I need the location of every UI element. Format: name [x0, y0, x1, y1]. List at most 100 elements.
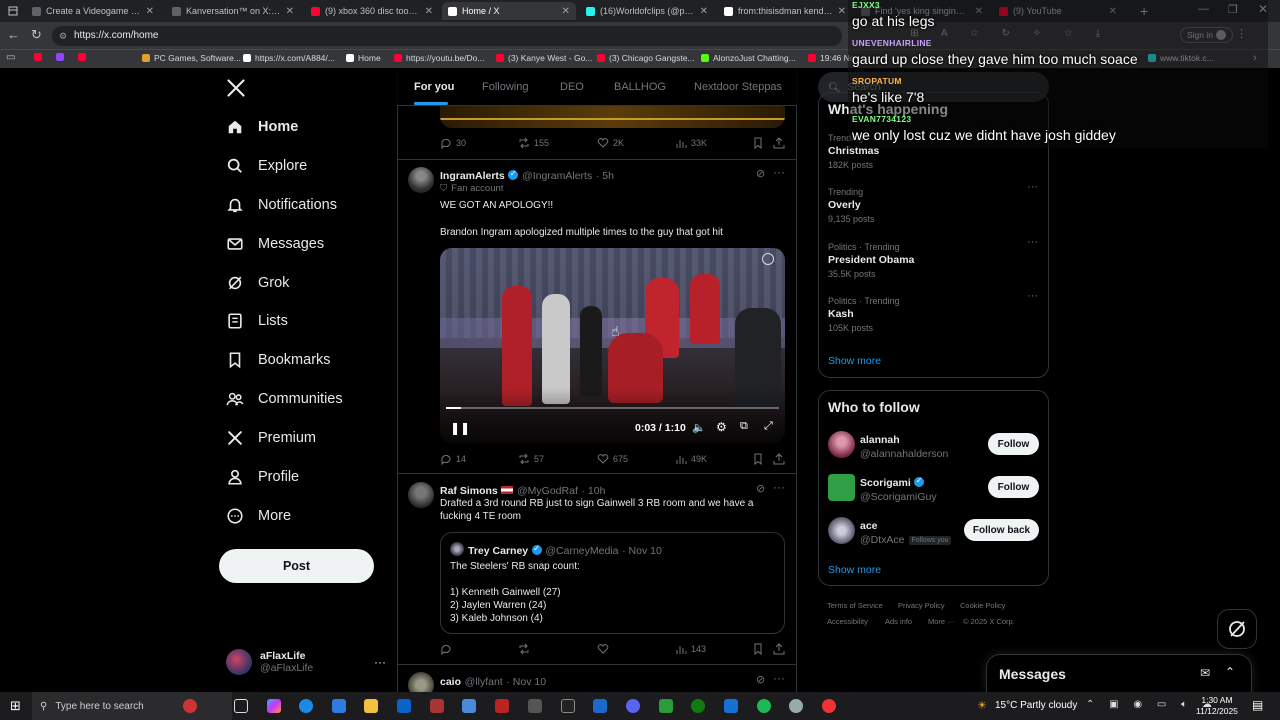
footer-link[interactable]: Cookie Policy: [960, 601, 1005, 610]
taskbar-app-icon[interactable]: [430, 699, 444, 713]
nav-item-communities[interactable]: Communities: [226, 385, 343, 413]
bookmark-item[interactable]: [56, 53, 68, 61]
tweet-author-handle[interactable]: @IngramAlerts: [522, 170, 592, 182]
tweet-more-icon[interactable]: ···: [773, 165, 785, 179]
feed-tab[interactable]: DEO: [560, 81, 584, 93]
bookmark-item[interactable]: (3) Kanye West - Go...: [496, 53, 592, 63]
bookmark-item[interactable]: [78, 53, 90, 61]
url-field[interactable]: ⚙ https://x.com/home: [52, 26, 842, 46]
follow-handle[interactable]: @DtxAce: [860, 534, 905, 546]
tweet-author-name[interactable]: caio: [440, 676, 461, 688]
bookmark-item[interactable]: Home: [346, 53, 381, 63]
tweet-author-handle[interactable]: @llyfant: [465, 676, 503, 688]
previous-tweet-media[interactable]: [440, 106, 785, 128]
tweet-avatar[interactable]: [408, 482, 434, 508]
fullscreen-icon[interactable]: ⤢: [764, 420, 773, 433]
tab-close-icon[interactable]: ✕: [146, 6, 154, 17]
nav-item-explore[interactable]: Explore: [226, 152, 307, 180]
like-button[interactable]: [597, 643, 609, 655]
nav-item-home[interactable]: Home: [226, 113, 298, 141]
reload-button[interactable]: ↻: [31, 27, 42, 43]
new-message-icon[interactable]: ✉: [1200, 666, 1210, 680]
browser-tab[interactable]: Kanversation™ on X: "Broo ✕: [166, 2, 300, 20]
grok-explain-icon[interactable]: ⊘: [756, 482, 765, 495]
tab-close-icon[interactable]: ✕: [700, 6, 708, 17]
bookmark-button[interactable]: [752, 137, 764, 149]
browser-tab[interactable]: (16)Worldofclips (@parti_ki ✕: [580, 2, 714, 20]
tab-close-icon[interactable]: ✕: [838, 6, 846, 17]
views-button[interactable]: 49K: [675, 453, 707, 465]
share-button[interactable]: [773, 137, 785, 149]
feed-tab[interactable]: Nextdoor Steppas: [694, 81, 782, 93]
trends-show-more-link[interactable]: Show more: [828, 355, 881, 367]
tweet-more-icon[interactable]: ···: [773, 671, 785, 685]
browser-tab[interactable]: Home / X ✕: [442, 2, 576, 20]
nav-item-lists[interactable]: Lists: [226, 307, 288, 335]
bookmark-item[interactable]: (3) Chicago Gangste...: [597, 53, 695, 63]
grok-explain-icon[interactable]: ⊘: [756, 167, 765, 180]
pause-button[interactable]: ❚❚: [450, 421, 470, 435]
follow-avatar[interactable]: [828, 517, 855, 544]
repost-button[interactable]: [518, 643, 530, 655]
bookmark-item[interactable]: PC Games, Software...: [142, 53, 241, 63]
nav-item-messages[interactable]: Messages: [226, 230, 324, 258]
nav-item-profile[interactable]: Profile: [226, 463, 299, 491]
trend-more-icon[interactable]: ···: [1027, 290, 1038, 302]
like-button[interactable]: 675: [597, 453, 628, 465]
taskbar-search[interactable]: ⚲ Type here to search: [32, 692, 232, 720]
footer-link[interactable]: Terms of Service: [827, 601, 883, 610]
post-button[interactable]: Post: [219, 549, 374, 583]
quoted-tweet[interactable]: Trey Carney @CarneyMedia · Nov 10 The St…: [440, 532, 785, 634]
nav-item-more[interactable]: More: [226, 502, 291, 530]
bookmark-item[interactable]: AlonzoJust Chatting...: [701, 53, 796, 63]
browser-tab[interactable]: (9) xbox 360 disc toothpast ✕: [305, 2, 439, 20]
bookmarks-apps-icon[interactable]: ▭: [6, 52, 15, 63]
notifications-icon[interactable]: ▤: [1252, 698, 1263, 712]
tweet-more-icon[interactable]: ···: [773, 480, 785, 494]
tab-close-icon[interactable]: ✕: [286, 6, 294, 17]
follow-button[interactable]: Follow: [988, 433, 1039, 455]
trend-more-icon[interactable]: ···: [1027, 236, 1038, 248]
tweet-timestamp[interactable]: · 5h: [596, 170, 614, 182]
taskbar-app-icon[interactable]: [495, 699, 509, 713]
share-button[interactable]: [773, 643, 785, 655]
account-switcher[interactable]: aFlaxLife @aFlaxLife ···: [226, 647, 386, 677]
tweet-timestamp[interactable]: · Nov 10: [506, 676, 546, 688]
bookmark-button[interactable]: [752, 643, 764, 655]
share-button[interactable]: [773, 453, 785, 465]
follow-handle[interactable]: @ScorigamiGuy: [860, 491, 937, 503]
nav-item-bookmarks[interactable]: Bookmarks: [226, 346, 331, 374]
copilot-icon[interactable]: [267, 699, 281, 713]
follow-handle[interactable]: @alannahalderson: [860, 448, 948, 460]
nav-item-notifications[interactable]: Notifications: [226, 191, 337, 219]
xbox-icon[interactable]: [691, 699, 705, 713]
views-button[interactable]: 143: [675, 643, 706, 655]
feed-tab[interactable]: For you: [414, 81, 454, 93]
messages-drawer[interactable]: Messages ✉ ⌃: [986, 654, 1252, 692]
windows-start-icon[interactable]: ⊞: [10, 698, 21, 714]
repost-button[interactable]: 57: [518, 453, 544, 465]
trend-name[interactable]: Overly: [828, 199, 861, 211]
tweet-author-name[interactable]: Raf Simons: [440, 485, 498, 497]
bookmark-button[interactable]: [752, 453, 764, 465]
follow-avatar[interactable]: [828, 474, 855, 501]
footer-link[interactable]: More ···: [928, 617, 955, 626]
outlook-icon[interactable]: [397, 699, 411, 713]
nav-item-grok[interactable]: Grok: [226, 269, 289, 297]
tab-close-icon[interactable]: ✕: [562, 6, 570, 17]
taskbar-app-icon[interactable]: [561, 699, 575, 713]
nav-item-premium[interactable]: Premium: [226, 424, 316, 452]
browser-tab[interactable]: Create a Videogame franch ✕: [26, 2, 160, 20]
discord-icon[interactable]: [626, 699, 640, 713]
x-logo-link[interactable]: [226, 78, 246, 101]
footer-link[interactable]: Ads info: [885, 617, 912, 626]
taskbar-app-icon[interactable]: [593, 699, 607, 713]
follow-avatar[interactable]: [828, 431, 855, 458]
taskbar-app-icon[interactable]: [183, 699, 197, 713]
tweet-author-handle[interactable]: @MyGodRaf: [517, 485, 578, 497]
picture-in-picture-icon[interactable]: ⧉: [740, 420, 748, 433]
taskbar-app-icon[interactable]: [462, 699, 476, 713]
taskbar-app-icon[interactable]: [789, 699, 803, 713]
bookmark-item[interactable]: https://youtu.be/Do...: [394, 53, 484, 63]
tweet-avatar[interactable]: [408, 167, 434, 193]
